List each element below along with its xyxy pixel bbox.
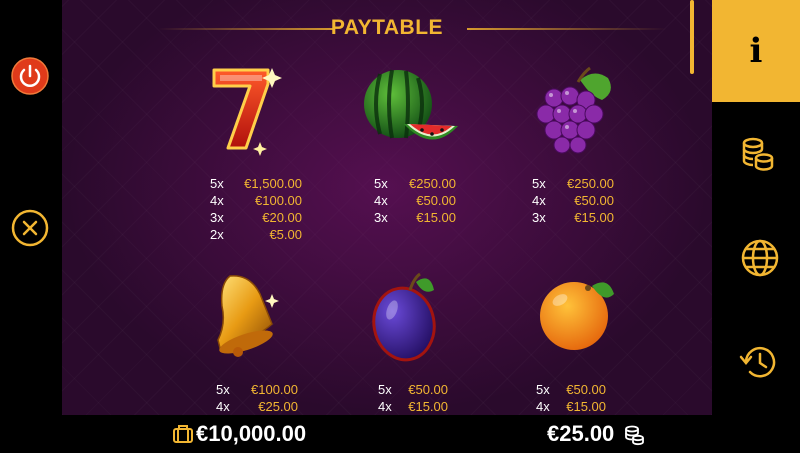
paytable-seven: 5x €1,500.00 4x €100.00 3x €20.00 2x €5.00 xyxy=(210,175,350,243)
pay-multiplier: 5x xyxy=(378,382,392,397)
paytable-plum: 5x €50.00 4x €15.00 xyxy=(378,381,518,415)
pay-row: 3x €15.00 xyxy=(374,209,514,226)
pay-value: €25.00 xyxy=(258,399,298,414)
pay-row: 5x €1,500.00 xyxy=(210,175,350,192)
seven-symbol xyxy=(212,68,282,156)
pay-value: €15.00 xyxy=(574,210,614,225)
pay-value: €20.00 xyxy=(262,210,302,225)
bet-value[interactable]: €25.00 xyxy=(547,421,614,447)
pay-multiplier: 3x xyxy=(532,210,546,225)
title-divider-right xyxy=(467,28,667,30)
pay-multiplier: 4x xyxy=(374,193,388,208)
pay-multiplier: 3x xyxy=(374,210,388,225)
pay-value: €5.00 xyxy=(269,227,302,242)
status-bar: €10,000.00 €25.00 xyxy=(0,415,800,453)
plum-symbol xyxy=(372,272,436,362)
pay-row: 3x €15.00 xyxy=(532,209,672,226)
pay-multiplier: 5x xyxy=(536,382,550,397)
pay-value: €100.00 xyxy=(255,193,302,208)
globe-icon[interactable] xyxy=(740,238,780,278)
pay-multiplier: 4x xyxy=(536,399,550,414)
pay-value: €50.00 xyxy=(574,193,614,208)
pay-row: 4x €50.00 xyxy=(374,192,514,209)
pay-row: 5x €50.00 xyxy=(536,381,676,398)
pay-value: €1,500.00 xyxy=(244,176,302,191)
pay-value: €100.00 xyxy=(251,382,298,397)
pay-row: 5x €250.00 xyxy=(532,175,672,192)
pay-value: €15.00 xyxy=(566,399,606,414)
watermelon-symbol xyxy=(364,69,458,140)
pay-multiplier: 4x xyxy=(216,399,230,414)
info-tab[interactable]: i xyxy=(712,0,800,102)
pay-multiplier: 5x xyxy=(210,176,224,191)
grapes-symbol xyxy=(536,66,611,154)
pay-multiplier: 5x xyxy=(216,382,230,397)
pay-row: 5x €100.00 xyxy=(216,381,356,398)
paytable-panel: PAYTABLE 5x €1,500.00 4x €100.00 3x €20.… xyxy=(62,0,712,415)
paytable-bell: 5x €100.00 4x €25.00 xyxy=(216,381,356,415)
info-icon: i xyxy=(749,31,763,71)
paytable-watermelon: 5x €250.00 4x €50.00 3x €15.00 xyxy=(374,175,514,226)
bet-coins-icon xyxy=(625,425,644,446)
orange-symbol xyxy=(540,282,614,350)
pay-row: 5x €250.00 xyxy=(374,175,514,192)
pay-multiplier: 5x xyxy=(532,176,546,191)
paytable-scrollbar[interactable] xyxy=(690,0,694,74)
pay-row: 4x €50.00 xyxy=(532,192,672,209)
pay-multiplier: 4x xyxy=(378,399,392,414)
pay-value: €15.00 xyxy=(408,399,448,414)
pay-value: €50.00 xyxy=(408,382,448,397)
paytable-grapes: 5x €250.00 4x €50.00 3x €15.00 xyxy=(532,175,672,226)
power-icon[interactable] xyxy=(10,56,50,96)
history-icon[interactable] xyxy=(738,342,780,382)
pay-row: 2x €5.00 xyxy=(210,226,350,243)
pay-multiplier: 4x xyxy=(532,193,546,208)
paytable-header: PAYTABLE xyxy=(62,14,712,40)
pay-value: €50.00 xyxy=(566,382,606,397)
balance-value: €10,000.00 xyxy=(196,421,307,446)
wallet-icon xyxy=(173,425,193,443)
paytable-orange: 5x €50.00 4x €15.00 xyxy=(536,381,676,415)
coins-icon[interactable] xyxy=(738,134,778,174)
pay-multiplier: 3x xyxy=(210,210,224,225)
pay-row: 5x €50.00 xyxy=(378,381,518,398)
pay-value: €250.00 xyxy=(409,176,456,191)
pay-row: 3x €20.00 xyxy=(210,209,350,226)
pay-value: €50.00 xyxy=(416,193,456,208)
bell-symbol xyxy=(217,275,279,357)
close-icon[interactable] xyxy=(10,208,50,248)
pay-row: 4x €15.00 xyxy=(378,398,518,415)
pay-row: 4x €100.00 xyxy=(210,192,350,209)
pay-row: 4x €25.00 xyxy=(216,398,356,415)
pay-value: €15.00 xyxy=(416,210,456,225)
pay-multiplier: 4x xyxy=(210,193,224,208)
pay-multiplier: 5x xyxy=(374,176,388,191)
pay-value: €250.00 xyxy=(567,176,614,191)
pay-multiplier: 2x xyxy=(210,227,224,242)
pay-row: 4x €15.00 xyxy=(536,398,676,415)
